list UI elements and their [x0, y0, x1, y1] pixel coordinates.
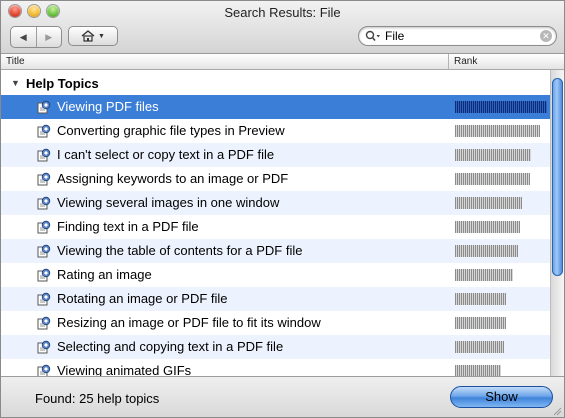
table-row[interactable]: Rating an image: [1, 263, 550, 287]
vertical-scrollbar[interactable]: [550, 70, 564, 376]
help-topic-icon: [37, 196, 51, 210]
back-button[interactable]: ◀: [11, 27, 36, 47]
table-row[interactable]: Finding text in a PDF file: [1, 215, 550, 239]
row-title: Resizing an image or PDF file to fit its…: [57, 315, 321, 330]
rank-bar: [455, 173, 530, 185]
column-header-title[interactable]: Title: [6, 56, 25, 67]
group-label: Help Topics: [26, 76, 99, 91]
rank-bar: [455, 125, 540, 137]
row-title: Viewing several images in one window: [57, 195, 280, 210]
rank-bar: [455, 221, 520, 233]
rank-bar: [455, 197, 522, 209]
rank-bar: [455, 317, 506, 329]
row-title: I can't select or copy text in a PDF fil…: [57, 147, 275, 162]
row-title: Selecting and copying text in a PDF file: [57, 339, 284, 354]
row-title: Rotating an image or PDF file: [57, 291, 228, 306]
help-topic-icon: [37, 292, 51, 306]
forward-arrow-icon: ▶: [45, 31, 53, 42]
forward-button[interactable]: ▶: [35, 27, 62, 47]
group-row-help-topics[interactable]: ▼ Help Topics: [1, 74, 550, 94]
column-divider: [448, 54, 449, 69]
table-row[interactable]: Viewing the table of contents for a PDF …: [1, 239, 550, 263]
search-field[interactable]: ✕: [358, 26, 557, 46]
help-topic-icon: [37, 124, 51, 138]
show-button[interactable]: Show: [450, 386, 553, 408]
help-topic-icon: [37, 268, 51, 282]
disclosure-triangle-icon[interactable]: ▼: [11, 78, 20, 88]
row-title: Rating an image: [57, 267, 152, 282]
resize-grip-icon[interactable]: [552, 406, 562, 416]
table-row[interactable]: Viewing PDF files: [1, 95, 550, 119]
rank-bar: [455, 149, 531, 161]
window-title: Search Results: File: [224, 5, 341, 20]
row-title: Viewing animated GIFs: [57, 363, 192, 376]
table-header: Title Rank: [1, 54, 564, 70]
search-input[interactable]: [385, 28, 533, 44]
help-topic-icon: [37, 172, 51, 186]
results-list: ▼ Help Topics Viewing PDF files Convertin…: [1, 70, 550, 376]
row-title: Finding text in a PDF file: [57, 219, 199, 234]
scrollbar-thumb[interactable]: [552, 78, 563, 276]
table-row[interactable]: Rotating an image or PDF file: [1, 287, 550, 311]
table-row[interactable]: Converting graphic file types in Preview: [1, 119, 550, 143]
status-bar: Found: 25 help topics Show: [1, 376, 564, 417]
help-topic-icon: [37, 340, 51, 354]
table-row[interactable]: Selecting and copying text in a PDF file: [1, 335, 550, 359]
help-topic-icon: [37, 220, 51, 234]
row-title: Viewing the table of contents for a PDF …: [57, 243, 303, 258]
magnifier-icon[interactable]: [365, 30, 381, 42]
home-button[interactable]: ▼: [68, 26, 118, 46]
rank-bar: [455, 365, 501, 376]
help-viewer-window: Search Results: File ◀ ▶ ▼ File ✕ Title …: [0, 0, 565, 418]
row-title: Converting graphic file types in Preview: [57, 123, 285, 138]
chevron-down-icon: ▼: [98, 32, 105, 40]
clear-search-icon[interactable]: ✕: [540, 30, 552, 42]
help-topic-icon: [37, 100, 51, 114]
results-count: Found: 25 help topics: [35, 391, 160, 406]
help-topic-icon: [37, 148, 51, 162]
row-title: Assigning keywords to an image or PDF: [57, 171, 289, 186]
home-icon: [81, 30, 95, 42]
rank-bar: [455, 341, 504, 353]
column-header-rank[interactable]: Rank: [454, 56, 477, 67]
table-row[interactable]: Viewing animated GIFs: [1, 359, 550, 376]
row-title: Viewing PDF files: [57, 99, 159, 114]
help-topic-icon: [37, 364, 51, 376]
rank-bar: [455, 245, 518, 257]
table-row[interactable]: Resizing an image or PDF file to fit its…: [1, 311, 550, 335]
rank-bar: [455, 269, 513, 281]
back-arrow-icon: ◀: [19, 31, 27, 42]
table-row[interactable]: Assigning keywords to an image or PDF: [1, 167, 550, 191]
help-topic-icon: [37, 244, 51, 258]
rank-bar: [455, 293, 506, 305]
help-topic-icon: [37, 316, 51, 330]
toolbar: Search Results: File ◀ ▶ ▼ File ✕: [1, 1, 564, 54]
table-row[interactable]: I can't select or copy text in a PDF fil…: [1, 143, 550, 167]
rank-bar: [455, 101, 547, 113]
back-forward-group: ◀ ▶: [10, 26, 62, 48]
table-row[interactable]: Viewing several images in one window: [1, 191, 550, 215]
